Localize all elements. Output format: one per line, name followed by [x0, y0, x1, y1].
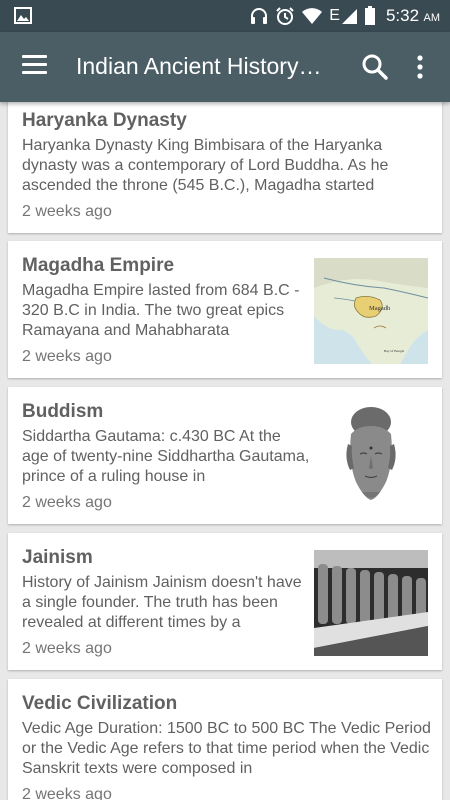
map-region-label: Magadh — [369, 305, 391, 312]
article-card-vedic[interactable]: Vedic Civilization Vedic Age Duration: 1… — [8, 679, 442, 800]
map-sea-label: Bay of Bengal — [384, 349, 404, 353]
signal-icon — [341, 8, 357, 24]
article-description: Vedic Age Duration: 1500 BC to 500 BC Th… — [22, 720, 431, 777]
article-date: 2 weeks ago — [22, 348, 112, 365]
article-title: Jainism — [22, 547, 93, 568]
article-card-magadha[interactable]: Magadha Empire Magadha Empire lasted fro… — [8, 241, 442, 378]
magadha-map-thumbnail: Magadh Bay of Bengal — [314, 258, 428, 364]
page-title: Indian Ancient History… — [76, 53, 322, 79]
article-description: Siddartha Gautama: c.430 BC At the age o… — [22, 428, 310, 485]
menu-icon[interactable] — [22, 55, 48, 79]
status-bar: E 5:32 AM — [0, 0, 450, 32]
article-list: Haryanka Dynasty Haryanka Dynasty King B… — [0, 102, 450, 800]
article-title: Buddism — [22, 401, 104, 422]
wifi-icon — [302, 8, 323, 24]
article-card-buddism[interactable]: Buddism Siddartha Gautama: c.430 BC At t… — [8, 387, 442, 524]
more-vert-icon[interactable] — [410, 52, 430, 82]
article-description: Haryanka Dynasty King Bimbisara of the H… — [22, 137, 389, 194]
clock-time: 5:32 — [385, 6, 420, 25]
article-description: Magadha Empire lasted from 684 B.C - 320… — [22, 282, 300, 339]
jain-statues-thumbnail — [314, 550, 428, 656]
search-icon[interactable] — [360, 52, 390, 82]
app-bar: Indian Ancient History… — [0, 32, 450, 102]
alarm-icon — [276, 7, 294, 25]
article-date: 2 weeks ago — [22, 203, 112, 220]
article-title: Vedic Civilization — [22, 693, 178, 714]
article-card-haryanka[interactable]: Haryanka Dynasty Haryanka Dynasty King B… — [8, 102, 442, 233]
clock-ampm: AM — [423, 12, 441, 24]
battery-icon — [364, 6, 375, 25]
article-title: Magadha Empire — [22, 255, 175, 276]
article-description: History of Jainism Jainism doesn't have … — [22, 574, 302, 631]
picture-icon — [14, 7, 32, 24]
buddha-head-thumbnail — [314, 404, 428, 510]
headset-icon — [251, 8, 268, 24]
article-date: 2 weeks ago — [22, 640, 112, 657]
article-card-jainism[interactable]: Jainism History of Jainism Jainism doesn… — [8, 533, 442, 670]
article-date: 2 weeks ago — [22, 786, 112, 800]
article-date: 2 weeks ago — [22, 494, 112, 511]
article-title: Haryanka Dynasty — [22, 110, 187, 131]
network-type-label: E — [329, 7, 340, 24]
